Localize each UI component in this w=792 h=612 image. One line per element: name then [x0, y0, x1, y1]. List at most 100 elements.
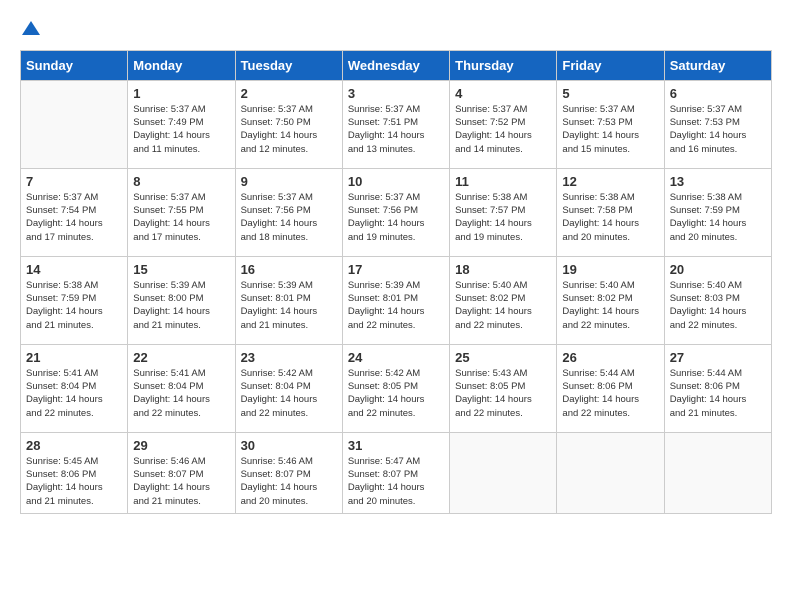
day-number: 12 — [562, 174, 658, 189]
day-number: 13 — [670, 174, 766, 189]
calendar-cell: 7 Sunrise: 5:37 AM Sunset: 7:54 PM Daylig… — [21, 168, 128, 256]
day-info: Sunrise: 5:46 AM Sunset: 8:07 PM Dayligh… — [241, 455, 337, 508]
day-info: Sunrise: 5:37 AM Sunset: 7:56 PM Dayligh… — [348, 191, 444, 244]
day-info: Sunrise: 5:44 AM Sunset: 8:06 PM Dayligh… — [670, 367, 766, 420]
day-number: 3 — [348, 86, 444, 101]
day-number: 2 — [241, 86, 337, 101]
calendar-cell: 15 Sunrise: 5:39 AM Sunset: 8:00 PM Dayli… — [128, 256, 235, 344]
day-number: 24 — [348, 350, 444, 365]
calendar-cell: 5Sunrise: 5:37 AM Sunset: 7:53 PM Daylig… — [557, 80, 664, 168]
calendar-cell: 24 Sunrise: 5:42 AM Sunset: 8:05 PM Dayli… — [342, 344, 449, 432]
calendar-cell: 17 Sunrise: 5:39 AM Sunset: 8:01 PM Dayli… — [342, 256, 449, 344]
day-number: 30 — [241, 438, 337, 453]
day-info: Sunrise: 5:40 AM Sunset: 8:02 PM Dayligh… — [562, 279, 658, 332]
calendar-cell: 13 Sunrise: 5:38 AM Sunset: 7:59 PM Dayli… — [664, 168, 771, 256]
calendar-cell: 12 Sunrise: 5:38 AM Sunset: 7:58 PM Dayli… — [557, 168, 664, 256]
day-info: Sunrise: 5:37 AM Sunset: 7:54 PM Dayligh… — [26, 191, 122, 244]
calendar-cell: 8Sunrise: 5:37 AM Sunset: 7:55 PM Daylig… — [128, 168, 235, 256]
day-number: 18 — [455, 262, 551, 277]
calendar-week-row: 1Sunrise: 5:37 AM Sunset: 7:49 PM Daylig… — [21, 80, 772, 168]
calendar-cell: 10 Sunrise: 5:37 AM Sunset: 7:56 PM Dayli… — [342, 168, 449, 256]
day-number: 17 — [348, 262, 444, 277]
calendar-cell — [21, 80, 128, 168]
day-header-sunday: Sunday — [21, 50, 128, 80]
day-number: 7 — [26, 174, 122, 189]
day-info: Sunrise: 5:43 AM Sunset: 8:05 PM Dayligh… — [455, 367, 551, 420]
day-number: 31 — [348, 438, 444, 453]
day-number: 5 — [562, 86, 658, 101]
calendar-header-row: SundayMondayTuesdayWednesdayThursdayFrid… — [21, 50, 772, 80]
day-info: Sunrise: 5:42 AM Sunset: 8:04 PM Dayligh… — [241, 367, 337, 420]
calendar-cell: 19 Sunrise: 5:40 AM Sunset: 8:02 PM Dayli… — [557, 256, 664, 344]
calendar-cell: 30 Sunrise: 5:46 AM Sunset: 8:07 PM Dayli… — [235, 432, 342, 513]
day-number: 28 — [26, 438, 122, 453]
day-number: 9 — [241, 174, 337, 189]
calendar-cell: 31 Sunrise: 5:47 AM Sunset: 8:07 PM Dayli… — [342, 432, 449, 513]
day-info: Sunrise: 5:39 AM Sunset: 8:00 PM Dayligh… — [133, 279, 229, 332]
day-number: 11 — [455, 174, 551, 189]
day-number: 14 — [26, 262, 122, 277]
calendar-week-row: 14Sunrise: 5:38 AM Sunset: 7:59 PM Dayli… — [21, 256, 772, 344]
calendar-cell: 29 Sunrise: 5:46 AM Sunset: 8:07 PM Dayli… — [128, 432, 235, 513]
calendar-cell — [664, 432, 771, 513]
calendar-cell: 11 Sunrise: 5:38 AM Sunset: 7:57 PM Dayli… — [450, 168, 557, 256]
calendar-cell: 26 Sunrise: 5:44 AM Sunset: 8:06 PM Dayli… — [557, 344, 664, 432]
day-header-friday: Friday — [557, 50, 664, 80]
day-header-thursday: Thursday — [450, 50, 557, 80]
calendar-cell: 22 Sunrise: 5:41 AM Sunset: 8:04 PM Dayli… — [128, 344, 235, 432]
day-header-saturday: Saturday — [664, 50, 771, 80]
day-header-tuesday: Tuesday — [235, 50, 342, 80]
calendar-cell: 6Sunrise: 5:37 AM Sunset: 7:53 PM Daylig… — [664, 80, 771, 168]
day-info: Sunrise: 5:39 AM Sunset: 8:01 PM Dayligh… — [348, 279, 444, 332]
calendar-week-row: 28 Sunrise: 5:45 AM Sunset: 8:06 PM Dayli… — [21, 432, 772, 513]
day-info: Sunrise: 5:37 AM Sunset: 7:55 PM Dayligh… — [133, 191, 229, 244]
day-info: Sunrise: 5:37 AM Sunset: 7:50 PM Dayligh… — [241, 103, 337, 156]
calendar-cell: 2 Sunrise: 5:37 AM Sunset: 7:50 PM Daylig… — [235, 80, 342, 168]
day-info: Sunrise: 5:45 AM Sunset: 8:06 PM Dayligh… — [26, 455, 122, 508]
day-number: 25 — [455, 350, 551, 365]
day-info: Sunrise: 5:37 AM Sunset: 7:56 PM Dayligh… — [241, 191, 337, 244]
day-number: 23 — [241, 350, 337, 365]
calendar-cell: 14Sunrise: 5:38 AM Sunset: 7:59 PM Dayli… — [21, 256, 128, 344]
calendar-cell: 28 Sunrise: 5:45 AM Sunset: 8:06 PM Dayli… — [21, 432, 128, 513]
day-info: Sunrise: 5:37 AM Sunset: 7:52 PM Dayligh… — [455, 103, 551, 156]
day-info: Sunrise: 5:38 AM Sunset: 7:57 PM Dayligh… — [455, 191, 551, 244]
day-number: 15 — [133, 262, 229, 277]
day-info: Sunrise: 5:46 AM Sunset: 8:07 PM Dayligh… — [133, 455, 229, 508]
day-number: 29 — [133, 438, 229, 453]
calendar-cell: 16 Sunrise: 5:39 AM Sunset: 8:01 PM Dayli… — [235, 256, 342, 344]
day-number: 16 — [241, 262, 337, 277]
day-number: 21 — [26, 350, 122, 365]
calendar-cell — [557, 432, 664, 513]
day-info: Sunrise: 5:38 AM Sunset: 7:59 PM Dayligh… — [670, 191, 766, 244]
day-info: Sunrise: 5:44 AM Sunset: 8:06 PM Dayligh… — [562, 367, 658, 420]
day-number: 22 — [133, 350, 229, 365]
calendar-cell: 27Sunrise: 5:44 AM Sunset: 8:06 PM Dayli… — [664, 344, 771, 432]
day-info: Sunrise: 5:40 AM Sunset: 8:03 PM Dayligh… — [670, 279, 766, 332]
calendar-cell: 25 Sunrise: 5:43 AM Sunset: 8:05 PM Dayli… — [450, 344, 557, 432]
day-number: 19 — [562, 262, 658, 277]
day-number: 10 — [348, 174, 444, 189]
day-info: Sunrise: 5:38 AM Sunset: 7:58 PM Dayligh… — [562, 191, 658, 244]
day-info: Sunrise: 5:37 AM Sunset: 7:51 PM Dayligh… — [348, 103, 444, 156]
calendar-week-row: 21 Sunrise: 5:41 AM Sunset: 8:04 PM Dayli… — [21, 344, 772, 432]
day-header-monday: Monday — [128, 50, 235, 80]
day-info: Sunrise: 5:40 AM Sunset: 8:02 PM Dayligh… — [455, 279, 551, 332]
day-info: Sunrise: 5:39 AM Sunset: 8:01 PM Dayligh… — [241, 279, 337, 332]
calendar-cell: 21 Sunrise: 5:41 AM Sunset: 8:04 PM Dayli… — [21, 344, 128, 432]
calendar-cell: 9 Sunrise: 5:37 AM Sunset: 7:56 PM Daylig… — [235, 168, 342, 256]
calendar-week-row: 7 Sunrise: 5:37 AM Sunset: 7:54 PM Daylig… — [21, 168, 772, 256]
calendar-cell: 4 Sunrise: 5:37 AM Sunset: 7:52 PM Daylig… — [450, 80, 557, 168]
day-info: Sunrise: 5:41 AM Sunset: 8:04 PM Dayligh… — [26, 367, 122, 420]
calendar-cell: 3 Sunrise: 5:37 AM Sunset: 7:51 PM Daylig… — [342, 80, 449, 168]
day-number: 4 — [455, 86, 551, 101]
calendar-cell: 23 Sunrise: 5:42 AM Sunset: 8:04 PM Dayli… — [235, 344, 342, 432]
day-info: Sunrise: 5:47 AM Sunset: 8:07 PM Dayligh… — [348, 455, 444, 508]
day-number: 26 — [562, 350, 658, 365]
logo — [20, 20, 40, 40]
day-number: 20 — [670, 262, 766, 277]
day-info: Sunrise: 5:42 AM Sunset: 8:05 PM Dayligh… — [348, 367, 444, 420]
day-info: Sunrise: 5:37 AM Sunset: 7:53 PM Dayligh… — [670, 103, 766, 156]
calendar-cell: 1Sunrise: 5:37 AM Sunset: 7:49 PM Daylig… — [128, 80, 235, 168]
day-info: Sunrise: 5:41 AM Sunset: 8:04 PM Dayligh… — [133, 367, 229, 420]
